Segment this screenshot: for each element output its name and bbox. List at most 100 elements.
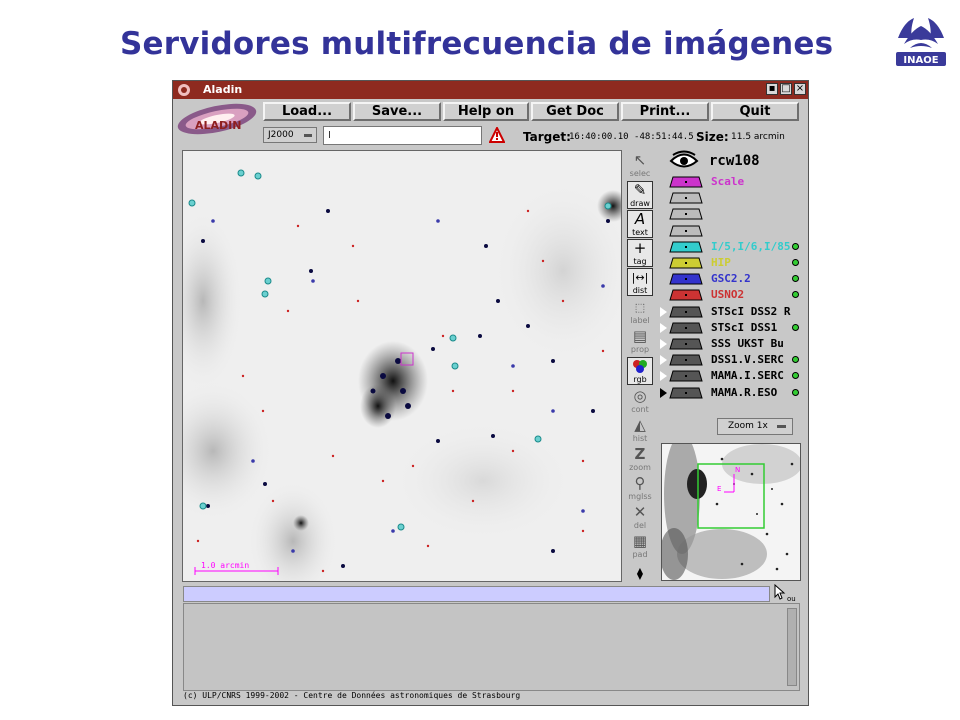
window-app-icon[interactable]: [177, 83, 191, 97]
save-button[interactable]: Save...: [353, 102, 441, 121]
layer-stack-icon: [669, 257, 703, 269]
layer-select-marker-icon[interactable]: [660, 387, 667, 398]
quit-button[interactable]: Quit: [711, 102, 799, 121]
console-area[interactable]: [183, 603, 800, 691]
layer-select-marker-icon[interactable]: [660, 371, 667, 382]
layer-status-dot[interactable]: [792, 259, 799, 266]
chevron-down-icon: [304, 134, 312, 137]
layer-status-dot[interactable]: [792, 242, 799, 250]
maximize-button[interactable]: □: [780, 83, 792, 95]
layer-row[interactable]: Scale: [659, 174, 803, 189]
tool-dist[interactable]: |↔| dist: [627, 268, 653, 296]
frame-select-value: J2000: [268, 130, 294, 140]
tool-mglss[interactable]: ⚲ mglss: [627, 475, 653, 503]
tool-label[interactable]: ⬚ label: [627, 299, 653, 327]
window-titlebar[interactable]: Aladin ▪ □ ×: [173, 81, 808, 99]
layer-status-dot[interactable]: [792, 356, 799, 364]
tool-prop-label: prop: [630, 345, 650, 354]
tool-del-label: del: [633, 521, 647, 530]
layer-row[interactable]: SSS UKST Bu: [659, 336, 803, 351]
tool-rgb[interactable]: rgb: [627, 357, 653, 385]
layer-row[interactable]: USNO2: [659, 287, 803, 302]
layer-row[interactable]: GSC2.2: [659, 271, 803, 286]
eye-icon[interactable]: [669, 150, 699, 170]
console-scrollbar[interactable]: [787, 608, 797, 686]
scale-label: 1.0 arcmin: [201, 561, 250, 570]
layer-row[interactable]: I/5,I/6,I/85: [659, 239, 803, 254]
sky-image-canvas[interactable]: [183, 151, 622, 582]
layer-status-dot[interactable]: [792, 388, 799, 396]
tool-hist[interactable]: ◭ hist: [627, 417, 653, 445]
aladin-logo-text: ALADIN: [195, 119, 241, 132]
warning-icon[interactable]: [489, 127, 505, 143]
cross-icon: +: [633, 239, 647, 257]
layer-row[interactable]: [659, 190, 803, 205]
layer-stack-icon: [669, 192, 703, 204]
aladin-logo: ALADIN: [177, 103, 257, 135]
layer-name: MAMA.R.ESO: [711, 385, 778, 399]
window-title: Aladin: [203, 83, 243, 96]
magnifier-icon: ⚲: [634, 474, 646, 492]
tool-zoom[interactable]: Z zoom: [627, 446, 653, 474]
thumbnail-canvas[interactable]: N E: [662, 444, 801, 581]
layer-name: SSS UKST Bu: [711, 337, 784, 350]
tool-text[interactable]: A text: [627, 210, 653, 238]
layer-stack-icon: [669, 370, 703, 382]
cursor-icon: [774, 583, 786, 600]
layer-row[interactable]: [659, 223, 803, 238]
target-value: 16:40:00.10 -48:51:44.5: [569, 132, 694, 142]
layer-status-dot[interactable]: [792, 275, 799, 283]
frame-select[interactable]: J2000: [263, 127, 317, 143]
layer-row[interactable]: [659, 206, 803, 221]
tool-prop[interactable]: ▤ prop: [627, 328, 653, 356]
layer-select-marker-icon[interactable]: [660, 355, 667, 366]
load-button[interactable]: Load...: [263, 102, 351, 121]
tool-pad[interactable]: ▦ pad: [627, 533, 653, 561]
east-label: E: [717, 485, 721, 493]
close-button[interactable]: ×: [794, 83, 806, 95]
layer-stack-icon: [669, 225, 703, 237]
layer-select-marker-icon[interactable]: [660, 339, 667, 349]
sky-image-view[interactable]: 1.0 arcmin: [182, 150, 622, 582]
thumbnail-view[interactable]: N E: [661, 443, 801, 581]
layer-name: GSC2.2: [711, 272, 751, 286]
command-input[interactable]: I: [323, 126, 482, 145]
layer-name: HIP: [711, 256, 731, 269]
layer-stack-icon: [669, 208, 703, 220]
help-button[interactable]: Help on: [443, 102, 529, 121]
resize-arrows-icon[interactable]: ▲ ▼: [631, 567, 649, 581]
tool-draw-label: draw: [630, 199, 650, 208]
layer-stack-icon: [669, 273, 703, 285]
layer-row[interactable]: MAMA.I.SERC: [659, 368, 803, 383]
layer-stack-icon: [669, 289, 703, 301]
tool-draw[interactable]: ✎ draw: [627, 181, 653, 209]
logo-text: INAOE: [903, 55, 938, 66]
get-doc-button[interactable]: Get Doc: [531, 102, 619, 121]
tool-del[interactable]: ✕ del: [627, 504, 653, 532]
tool-mglss-label: mglss: [628, 492, 652, 501]
zoom-select[interactable]: Zoom 1x: [717, 418, 793, 435]
layer-row[interactable]: STScI DSS2 R: [659, 304, 803, 319]
tool-cont[interactable]: ◎ cont: [627, 388, 653, 416]
tool-label-label: label: [630, 316, 650, 325]
layer-row[interactable]: DSS1.V.SERC: [659, 352, 803, 367]
layer-status-dot[interactable]: [792, 291, 799, 299]
target-name: rcw108: [709, 153, 760, 169]
target-label: Target:: [523, 130, 571, 144]
layer-row[interactable]: MAMA.R.ESO: [659, 385, 803, 400]
layer-select-marker-icon[interactable]: [660, 306, 667, 317]
layer-status-dot[interactable]: [792, 372, 799, 380]
tool-hist-label: hist: [632, 434, 648, 443]
layer-row[interactable]: HIP: [659, 255, 803, 270]
delete-icon: ✕: [633, 503, 647, 521]
layer-status-dot[interactable]: [792, 323, 799, 331]
zoom-select-value: Zoom 1x: [728, 421, 768, 431]
tool-tag[interactable]: + tag: [627, 239, 653, 267]
layer-stack-icon: [669, 338, 703, 350]
layer-row[interactable]: STScI DSS1: [659, 320, 803, 335]
print-button[interactable]: Print...: [621, 102, 709, 121]
layer-select-marker-icon[interactable]: [660, 322, 667, 333]
minimize-button[interactable]: ▪: [766, 83, 778, 95]
layer-stack-icon: [669, 306, 703, 318]
tool-selec[interactable]: ↖ selec: [627, 152, 653, 180]
